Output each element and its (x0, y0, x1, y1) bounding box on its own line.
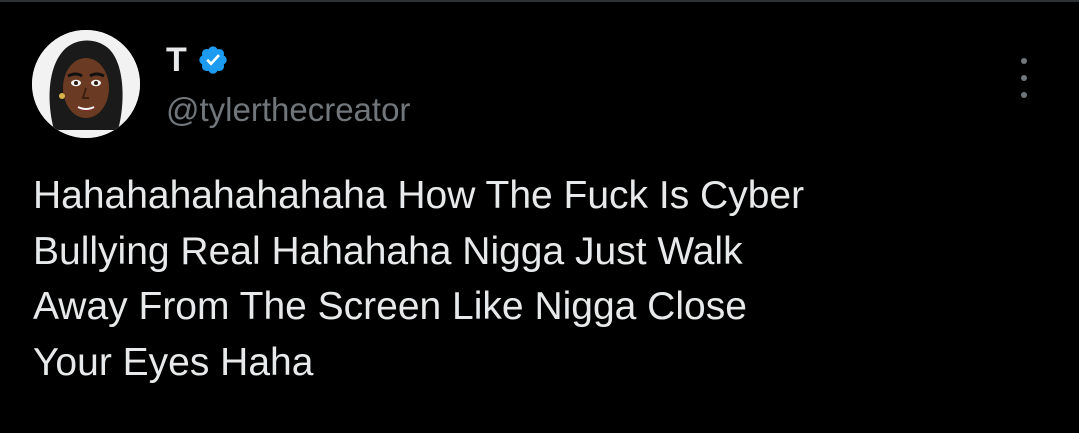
author-display-name[interactable]: T (166, 40, 187, 80)
avatar[interactable] (32, 30, 140, 138)
author-handle[interactable]: @tylerthecreator (166, 88, 410, 132)
more-options-button[interactable] (1010, 58, 1038, 98)
verified-badge-icon (199, 46, 227, 74)
avatar-cartoon-face-icon (32, 30, 140, 138)
more-vertical-icon-dot (1021, 92, 1027, 98)
more-vertical-icon (1021, 58, 1027, 64)
author-name-row[interactable]: T (166, 40, 229, 80)
tweet-text: Hahahahahahahaha How The Fuck Is Cyber B… (33, 174, 805, 384)
more-vertical-icon-dot (1021, 75, 1027, 81)
top-divider (0, 0, 1079, 2)
